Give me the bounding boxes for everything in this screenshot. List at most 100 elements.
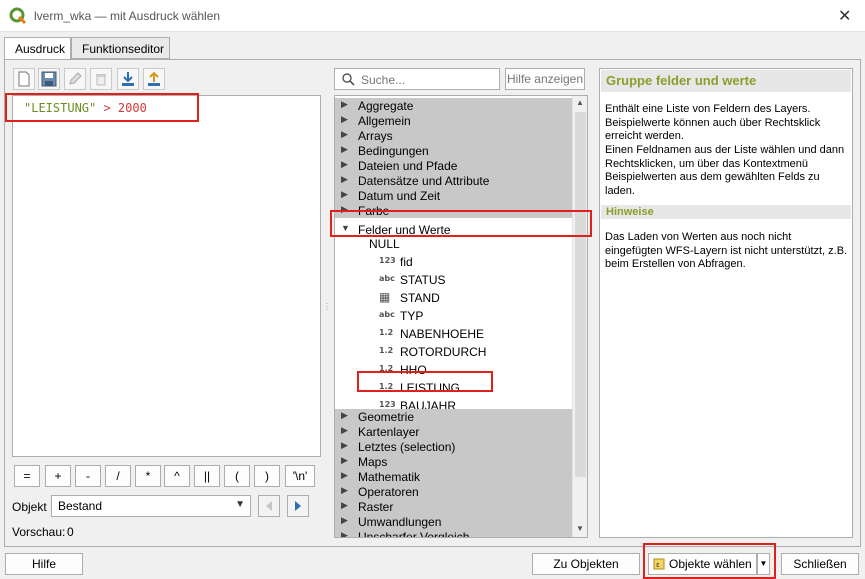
pencil-icon [69,72,82,85]
operator-open-paren-button[interactable]: ( [224,465,250,487]
tree-group-row[interactable]: ▶ Datum und Zeit [335,188,573,203]
scroll-down-icon[interactable]: ▼ [576,524,584,533]
chevron-right-icon[interactable]: ▶ [341,410,348,421]
string-type-icon: abc [379,274,395,283]
tree-group-row[interactable]: ▶ Operatoren [335,484,573,499]
integer-type-icon: 123 [379,256,396,265]
close-window-icon[interactable]: ✕ [838,6,851,26]
help-paragraph-1: Enthält eine Liste von Feldern des Layer… [605,103,821,142]
tree-group-row[interactable]: ▶ Bedingungen [335,143,573,158]
tree-group-label: Allgemein [358,114,411,128]
delete-button[interactable] [90,68,112,90]
chevron-right-icon[interactable]: ▶ [341,515,348,526]
operator-concat-button[interactable]: || [194,465,220,487]
help-button[interactable]: Hilfe [5,553,83,575]
tree-group-row[interactable]: ▶ Letztes (selection) [335,439,573,454]
tree-group-label: Dateien und Pfade [358,159,458,173]
trash-icon [96,74,106,86]
scroll-up-icon[interactable]: ▲ [576,98,584,107]
scroll-thumb[interactable] [575,112,586,477]
chevron-right-icon[interactable]: ▶ [341,189,348,200]
chevron-right-icon[interactable]: ▶ [341,174,348,185]
feature-label: Objekt [12,500,47,514]
string-type-icon: abc [379,310,395,319]
export-icon [148,71,160,86]
operator-close-paren-button[interactable]: ) [254,465,280,487]
tree-group-label: Raster [358,500,394,514]
decimal-type-icon: 1.2 [379,346,394,355]
operator-multiply-button[interactable]: * [135,465,161,487]
operator-divide-button[interactable]: / [105,465,131,487]
date-type-icon: ▦ [379,290,391,304]
search-placeholder: Suche... [361,73,406,87]
chevron-right-icon[interactable]: ▶ [341,485,348,496]
tree-group-row[interactable]: ▶ Maps [335,454,573,469]
title-bar: lverm_wka — mit Ausdruck wählen ✕ [0,0,865,32]
tree-group-row[interactable]: ▶ Arrays [335,128,573,143]
tree-group-label: Datensätze und Attribute [358,174,490,188]
chevron-right-icon[interactable]: ▶ [341,114,348,125]
tree-group-row[interactable]: ▶ Umwandlungen [335,514,573,529]
field-name: TYP [400,309,424,323]
tree-group-row[interactable]: ▶ Raster [335,499,573,514]
next-feature-button[interactable] [287,495,309,517]
help-hint-title: Hinweise [601,205,851,219]
tree-group-label: Mathematik [358,470,421,484]
tab-ausdruck[interactable]: Ausdruck [4,37,71,60]
highlight-expression [5,93,199,122]
tree-group-label: Bedingungen [358,144,429,158]
tree-group-label: Geometrie [358,410,415,424]
tree-group-row[interactable]: ▶ Kartenlayer [335,424,573,439]
function-tree: ▶ Aggregate ▶ Allgemein ▶ Arrays ▶ Bedingungen ▶… [334,95,588,538]
tree-scrollbar[interactable]: ▲ ▼ [572,96,587,537]
chevron-right-icon[interactable]: ▶ [341,144,348,155]
operator-minus-button[interactable]: - [75,465,101,487]
arrow-left-icon [266,501,272,511]
zoom-to-features-button[interactable]: Zu Objekten zoomen [532,553,640,579]
chevron-right-icon[interactable]: ▶ [341,425,348,436]
help-panel: Gruppe felder und werte Enthält eine Lis… [599,68,853,538]
new-file-button[interactable] [13,68,35,90]
tab-label: Ausdruck [15,42,66,56]
operator-equals-button[interactable]: = [14,465,40,487]
tree-group-row[interactable]: ▶ Allgemein [335,113,573,128]
tree-group-row[interactable]: ▶ Geometrie [335,409,573,424]
import-icon [122,72,134,86]
close-button[interactable]: Schließen [781,553,859,575]
tab-funktionseditor[interactable]: Funktionseditor [71,37,170,59]
save-icon [41,71,57,87]
previous-feature-button[interactable] [258,495,280,517]
search-input[interactable]: Suche... [334,68,500,90]
chevron-right-icon[interactable]: ▶ [341,470,348,481]
save-button[interactable] [38,68,60,90]
tree-group-row[interactable]: ▶ Aggregate [335,98,573,113]
tree-group-label: Umwandlungen [358,515,442,529]
chevron-right-icon[interactable]: ▶ [341,99,348,110]
tree-group-row[interactable]: ▶ Unscharfer Vergleich [335,529,573,537]
highlight-felder-und-werte [330,210,592,237]
feature-combobox[interactable]: Bestand ▼ [51,495,251,517]
chevron-right-icon[interactable]: ▶ [341,455,348,466]
tree-group-row[interactable]: ▶ Dateien und Pfade [335,158,573,173]
tree-group-row[interactable]: ▶ Mathematik [335,469,573,484]
chevron-right-icon[interactable]: ▶ [341,440,348,451]
decimal-type-icon: 1.2 [379,328,394,337]
help-title: Gruppe felder und werte [601,70,851,92]
chevron-right-icon[interactable]: ▶ [341,530,348,537]
operator-power-button[interactable]: ^ [164,465,190,487]
tree-group-row[interactable]: ▶ Datensätze und Attribute [335,173,573,188]
chevron-right-icon[interactable]: ▶ [341,500,348,511]
show-help-button[interactable]: Hilfe anzeigen [505,68,585,90]
chevron-right-icon[interactable]: ▶ [341,159,348,170]
splitter-handle[interactable]: ⋮ [323,303,331,311]
export-button[interactable] [143,68,165,90]
expression-editor[interactable]: "LEISTUNG" > 2000 [12,95,321,457]
edit-button[interactable] [64,68,86,90]
field-name: fid [400,255,413,269]
import-button[interactable] [117,68,139,90]
chevron-right-icon[interactable]: ▶ [341,129,348,140]
operator-newline-button[interactable]: '\n' [285,465,315,487]
operator-plus-button[interactable]: + [45,465,71,487]
preview-value: 0 [67,525,74,539]
window-title: lverm_wka — mit Ausdruck wählen [34,9,221,23]
